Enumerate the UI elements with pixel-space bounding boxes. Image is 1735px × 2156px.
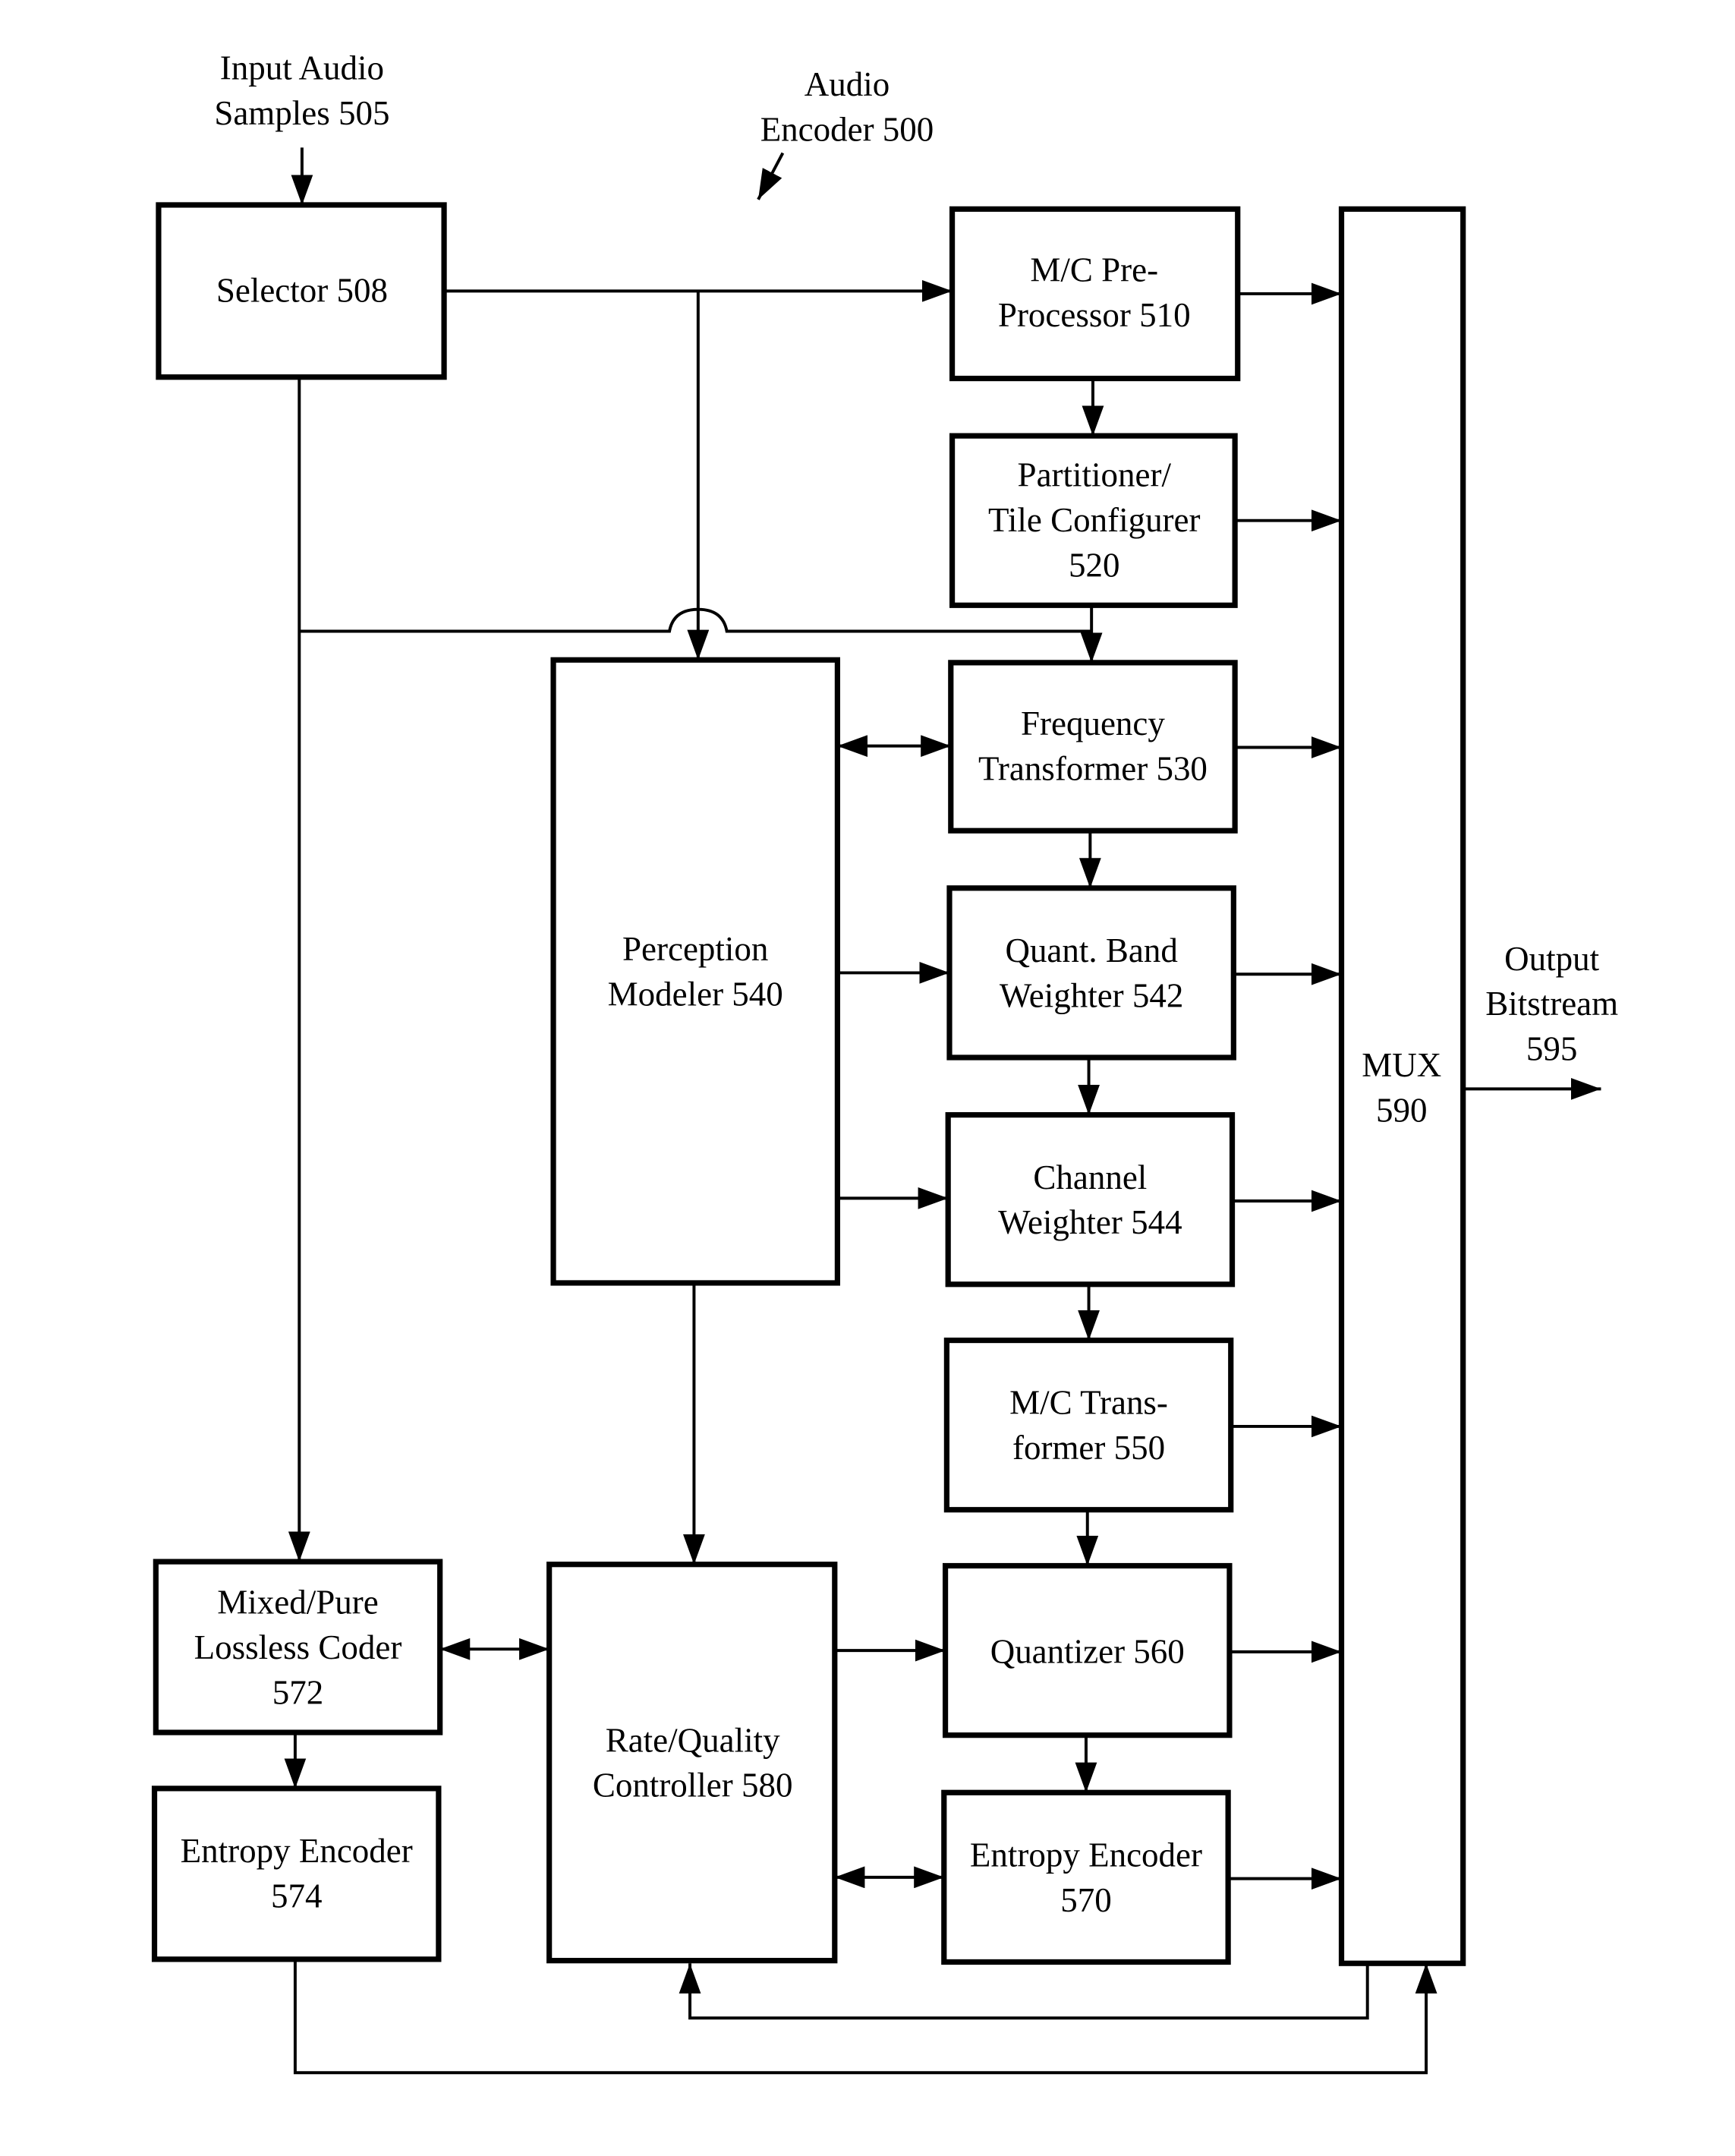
- block-label-text: MUX: [1362, 1046, 1441, 1084]
- entropy-encoder-570-block[interactable]: Entropy Encoder 570: [941, 1789, 1231, 1965]
- block-label-text: 595: [1526, 1030, 1577, 1068]
- mux-block[interactable]: MUX 590: [1338, 206, 1466, 1966]
- block-frame: [943, 1337, 1234, 1513]
- connectors: [284, 279, 1437, 2075]
- block-label-text: Entropy Encoder: [970, 1836, 1202, 1874]
- lossless-coder-block[interactable]: Mixed/Pure Lossless Coder 572: [153, 1559, 443, 1735]
- audio-encoder-diagram: Audio Encoder 500 Input Audio Samples 50…: [151, 49, 1618, 2075]
- rate-quality-controller-block[interactable]: Rate/Quality Controller 580: [546, 1562, 838, 1964]
- title-label: Audio Encoder 500: [760, 65, 934, 148]
- mc-preprocessor-block[interactable]: M/C Pre- Processor 510: [949, 206, 1241, 382]
- block-label-text: Modeler 540: [608, 976, 783, 1013]
- block-label-text: Controller 580: [593, 1767, 793, 1805]
- block-frame: [949, 206, 1241, 382]
- block-frame: [550, 657, 841, 1286]
- block-label-text: Transformer 530: [978, 750, 1208, 788]
- quantizer-block[interactable]: Quantizer 560: [942, 1562, 1233, 1738]
- block-label-text: Mixed/Pure: [217, 1584, 378, 1622]
- block-frame: [941, 1789, 1231, 1965]
- block-label-text: M/C Trans-: [1009, 1384, 1168, 1422]
- block-label-text: 520: [1069, 546, 1119, 584]
- block-frame: [1338, 206, 1466, 1966]
- block-label-text: 570: [1060, 1881, 1111, 1919]
- block-label-text: Weighter 542: [1000, 976, 1183, 1014]
- title-pointer-arrow: [757, 152, 785, 200]
- block-label-text: 572: [272, 1673, 323, 1711]
- quant-band-weighter-block[interactable]: Quant. Band Weighter 542: [946, 885, 1236, 1061]
- block-label-text: Quantizer 560: [990, 1632, 1185, 1670]
- block-label-text: Output: [1504, 940, 1599, 978]
- mc-transformer-block[interactable]: M/C Trans- former 550: [943, 1337, 1234, 1513]
- block-label-text: Rate/Quality: [606, 1721, 780, 1759]
- input-label: Input Audio Samples 505: [214, 49, 389, 131]
- frequency-transformer-block[interactable]: Frequency Transformer 530: [948, 660, 1238, 834]
- block-label-text: Input Audio: [220, 49, 384, 87]
- block-label-text: Perception: [622, 930, 768, 968]
- entropy-encoder-574-block[interactable]: Entropy Encoder 574: [151, 1786, 442, 1962]
- block-label-text: Entropy Encoder: [181, 1832, 413, 1870]
- block-label-text: Quant. Band: [1005, 931, 1177, 969]
- block-label-text: Bitstream: [1485, 985, 1618, 1023]
- block-label-text: Channel: [1033, 1158, 1147, 1196]
- selector-block[interactable]: Selector 508: [156, 202, 447, 380]
- block-label-text: former 550: [1012, 1429, 1165, 1467]
- perception-modeler-block[interactable]: Perception Modeler 540: [550, 657, 841, 1286]
- arrow-574-to-mux: [293, 1959, 1437, 2075]
- block-frame: [546, 1562, 838, 1964]
- block-frame: [945, 1111, 1236, 1288]
- block-label-text: 590: [1376, 1092, 1427, 1130]
- block-label-text: Processor 510: [998, 296, 1191, 334]
- block-frame: [151, 1786, 442, 1962]
- block-frame: [948, 660, 1238, 834]
- block-label-text: Selector 508: [216, 272, 388, 310]
- block-label-text: Weighter 544: [998, 1203, 1182, 1241]
- block-label-text: Samples 505: [214, 94, 389, 132]
- block-label-text: Encoder 500: [760, 110, 934, 148]
- block-label-text: Audio: [805, 65, 890, 103]
- partitioner-block[interactable]: Partitioner/ Tile Configurer 520: [949, 433, 1238, 608]
- arrow-mux-feedback-to-controller: [679, 1963, 1369, 2020]
- block-label-text: Lossless Coder: [194, 1628, 402, 1666]
- channel-weighter-block[interactable]: Channel Weighter 544: [945, 1111, 1236, 1288]
- block-label-text: 574: [271, 1877, 322, 1915]
- block-label-text: Frequency: [1021, 704, 1165, 742]
- block-label-text: M/C Pre-: [1030, 251, 1158, 289]
- output-label: Output Bitstream 595: [1485, 940, 1618, 1068]
- arrow-bypass-to-frequency: [299, 607, 1092, 633]
- block-frame: [946, 885, 1236, 1061]
- block-label-text: Tile Configurer: [988, 501, 1201, 539]
- block-label-text: Partitioner/: [1018, 456, 1172, 494]
